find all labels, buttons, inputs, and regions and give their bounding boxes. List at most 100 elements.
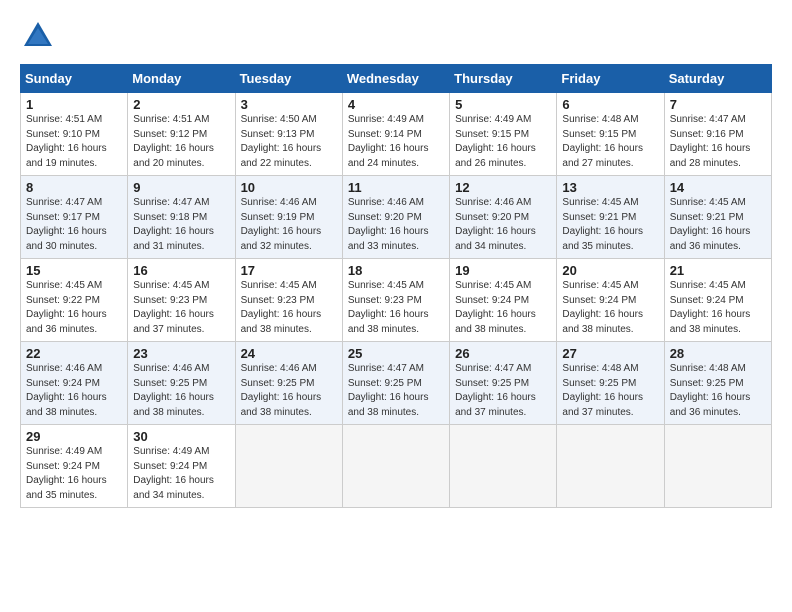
calendar-cell: 2 Sunrise: 4:51 AMSunset: 9:12 PMDayligh… <box>128 93 235 176</box>
calendar-cell: 13 Sunrise: 4:45 AMSunset: 9:21 PMDaylig… <box>557 176 664 259</box>
day-number: 5 <box>455 97 551 112</box>
day-detail: Sunrise: 4:47 AMSunset: 9:25 PMDaylight:… <box>348 363 429 418</box>
day-detail: Sunrise: 4:46 AMSunset: 9:25 PMDaylight:… <box>133 363 214 418</box>
page: SundayMondayTuesdayWednesdayThursdayFrid… <box>0 0 792 526</box>
day-detail: Sunrise: 4:45 AMSunset: 9:24 PMDaylight:… <box>562 280 643 335</box>
day-number: 4 <box>348 97 444 112</box>
day-number: 17 <box>241 263 337 278</box>
calendar-cell: 30 Sunrise: 4:49 AMSunset: 9:24 PMDaylig… <box>128 425 235 508</box>
day-detail: Sunrise: 4:45 AMSunset: 9:24 PMDaylight:… <box>455 280 536 335</box>
day-number: 20 <box>562 263 658 278</box>
day-number: 13 <box>562 180 658 195</box>
day-number: 7 <box>670 97 766 112</box>
day-detail: Sunrise: 4:49 AMSunset: 9:15 PMDaylight:… <box>455 114 536 169</box>
logo-icon <box>20 18 56 54</box>
calendar-week-row: 29 Sunrise: 4:49 AMSunset: 9:24 PMDaylig… <box>21 425 772 508</box>
day-number: 15 <box>26 263 122 278</box>
calendar-cell: 12 Sunrise: 4:46 AMSunset: 9:20 PMDaylig… <box>450 176 557 259</box>
calendar-day-header: Monday <box>128 65 235 93</box>
day-number: 10 <box>241 180 337 195</box>
day-number: 18 <box>348 263 444 278</box>
calendar-cell: 9 Sunrise: 4:47 AMSunset: 9:18 PMDayligh… <box>128 176 235 259</box>
calendar-day-header: Tuesday <box>235 65 342 93</box>
calendar-cell: 3 Sunrise: 4:50 AMSunset: 9:13 PMDayligh… <box>235 93 342 176</box>
day-number: 30 <box>133 429 229 444</box>
header <box>20 18 772 54</box>
day-detail: Sunrise: 4:45 AMSunset: 9:23 PMDaylight:… <box>348 280 429 335</box>
day-number: 19 <box>455 263 551 278</box>
day-detail: Sunrise: 4:46 AMSunset: 9:20 PMDaylight:… <box>455 197 536 252</box>
calendar-cell: 5 Sunrise: 4:49 AMSunset: 9:15 PMDayligh… <box>450 93 557 176</box>
day-detail: Sunrise: 4:47 AMSunset: 9:16 PMDaylight:… <box>670 114 751 169</box>
calendar-cell <box>450 425 557 508</box>
day-number: 28 <box>670 346 766 361</box>
calendar-cell: 10 Sunrise: 4:46 AMSunset: 9:19 PMDaylig… <box>235 176 342 259</box>
logo <box>20 18 60 54</box>
day-number: 29 <box>26 429 122 444</box>
calendar-cell: 27 Sunrise: 4:48 AMSunset: 9:25 PMDaylig… <box>557 342 664 425</box>
calendar-cell: 17 Sunrise: 4:45 AMSunset: 9:23 PMDaylig… <box>235 259 342 342</box>
day-detail: Sunrise: 4:45 AMSunset: 9:21 PMDaylight:… <box>562 197 643 252</box>
calendar-cell: 25 Sunrise: 4:47 AMSunset: 9:25 PMDaylig… <box>342 342 449 425</box>
calendar-cell: 7 Sunrise: 4:47 AMSunset: 9:16 PMDayligh… <box>664 93 771 176</box>
day-detail: Sunrise: 4:45 AMSunset: 9:23 PMDaylight:… <box>133 280 214 335</box>
day-detail: Sunrise: 4:47 AMSunset: 9:18 PMDaylight:… <box>133 197 214 252</box>
day-number: 26 <box>455 346 551 361</box>
day-number: 6 <box>562 97 658 112</box>
day-detail: Sunrise: 4:45 AMSunset: 9:22 PMDaylight:… <box>26 280 107 335</box>
day-detail: Sunrise: 4:49 AMSunset: 9:24 PMDaylight:… <box>133 446 214 501</box>
calendar-cell: 22 Sunrise: 4:46 AMSunset: 9:24 PMDaylig… <box>21 342 128 425</box>
day-detail: Sunrise: 4:50 AMSunset: 9:13 PMDaylight:… <box>241 114 322 169</box>
day-number: 11 <box>348 180 444 195</box>
day-detail: Sunrise: 4:45 AMSunset: 9:21 PMDaylight:… <box>670 197 751 252</box>
calendar-week-row: 1 Sunrise: 4:51 AMSunset: 9:10 PMDayligh… <box>21 93 772 176</box>
calendar-cell: 15 Sunrise: 4:45 AMSunset: 9:22 PMDaylig… <box>21 259 128 342</box>
calendar-week-row: 22 Sunrise: 4:46 AMSunset: 9:24 PMDaylig… <box>21 342 772 425</box>
calendar-day-header: Wednesday <box>342 65 449 93</box>
calendar-cell: 20 Sunrise: 4:45 AMSunset: 9:24 PMDaylig… <box>557 259 664 342</box>
day-number: 21 <box>670 263 766 278</box>
day-detail: Sunrise: 4:46 AMSunset: 9:25 PMDaylight:… <box>241 363 322 418</box>
day-number: 27 <box>562 346 658 361</box>
calendar-week-row: 15 Sunrise: 4:45 AMSunset: 9:22 PMDaylig… <box>21 259 772 342</box>
calendar-week-row: 8 Sunrise: 4:47 AMSunset: 9:17 PMDayligh… <box>21 176 772 259</box>
calendar-cell: 24 Sunrise: 4:46 AMSunset: 9:25 PMDaylig… <box>235 342 342 425</box>
calendar-cell: 4 Sunrise: 4:49 AMSunset: 9:14 PMDayligh… <box>342 93 449 176</box>
day-number: 24 <box>241 346 337 361</box>
calendar-cell: 6 Sunrise: 4:48 AMSunset: 9:15 PMDayligh… <box>557 93 664 176</box>
calendar-cell <box>235 425 342 508</box>
day-detail: Sunrise: 4:48 AMSunset: 9:15 PMDaylight:… <box>562 114 643 169</box>
calendar-day-header: Friday <box>557 65 664 93</box>
day-number: 25 <box>348 346 444 361</box>
day-number: 12 <box>455 180 551 195</box>
calendar-day-header: Sunday <box>21 65 128 93</box>
day-number: 23 <box>133 346 229 361</box>
calendar-cell: 18 Sunrise: 4:45 AMSunset: 9:23 PMDaylig… <box>342 259 449 342</box>
day-number: 9 <box>133 180 229 195</box>
calendar-cell <box>557 425 664 508</box>
calendar-cell: 29 Sunrise: 4:49 AMSunset: 9:24 PMDaylig… <box>21 425 128 508</box>
day-number: 16 <box>133 263 229 278</box>
day-detail: Sunrise: 4:45 AMSunset: 9:23 PMDaylight:… <box>241 280 322 335</box>
calendar-cell <box>342 425 449 508</box>
calendar-cell: 1 Sunrise: 4:51 AMSunset: 9:10 PMDayligh… <box>21 93 128 176</box>
day-detail: Sunrise: 4:46 AMSunset: 9:20 PMDaylight:… <box>348 197 429 252</box>
calendar-cell: 21 Sunrise: 4:45 AMSunset: 9:24 PMDaylig… <box>664 259 771 342</box>
day-detail: Sunrise: 4:47 AMSunset: 9:17 PMDaylight:… <box>26 197 107 252</box>
day-detail: Sunrise: 4:46 AMSunset: 9:24 PMDaylight:… <box>26 363 107 418</box>
day-number: 3 <box>241 97 337 112</box>
calendar-table: SundayMondayTuesdayWednesdayThursdayFrid… <box>20 64 772 508</box>
day-number: 8 <box>26 180 122 195</box>
day-detail: Sunrise: 4:49 AMSunset: 9:14 PMDaylight:… <box>348 114 429 169</box>
day-detail: Sunrise: 4:49 AMSunset: 9:24 PMDaylight:… <box>26 446 107 501</box>
calendar-cell <box>664 425 771 508</box>
calendar-cell: 23 Sunrise: 4:46 AMSunset: 9:25 PMDaylig… <box>128 342 235 425</box>
day-detail: Sunrise: 4:46 AMSunset: 9:19 PMDaylight:… <box>241 197 322 252</box>
day-detail: Sunrise: 4:48 AMSunset: 9:25 PMDaylight:… <box>670 363 751 418</box>
day-detail: Sunrise: 4:51 AMSunset: 9:10 PMDaylight:… <box>26 114 107 169</box>
calendar-header-row: SundayMondayTuesdayWednesdayThursdayFrid… <box>21 65 772 93</box>
calendar-cell: 11 Sunrise: 4:46 AMSunset: 9:20 PMDaylig… <box>342 176 449 259</box>
calendar-cell: 26 Sunrise: 4:47 AMSunset: 9:25 PMDaylig… <box>450 342 557 425</box>
calendar-cell: 14 Sunrise: 4:45 AMSunset: 9:21 PMDaylig… <box>664 176 771 259</box>
day-detail: Sunrise: 4:47 AMSunset: 9:25 PMDaylight:… <box>455 363 536 418</box>
